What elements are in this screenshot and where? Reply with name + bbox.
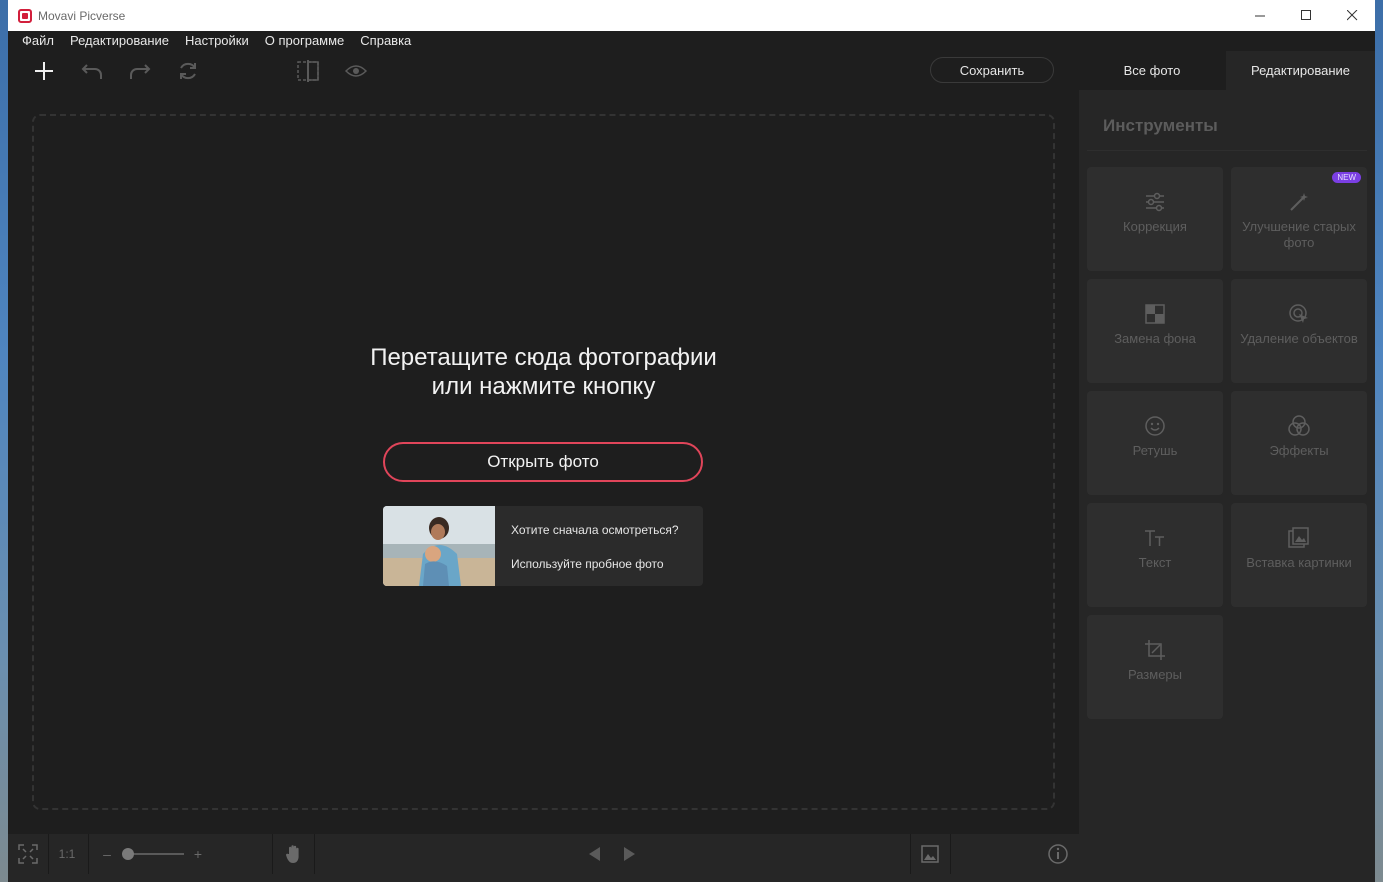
checker-icon — [1144, 303, 1166, 325]
zoom-out-button[interactable]: – — [100, 842, 114, 866]
text-icon — [1144, 527, 1166, 549]
tool-label: Эффекты — [1269, 443, 1329, 458]
smile-icon — [1144, 415, 1166, 437]
tab-editing[interactable]: Редактирование — [1226, 51, 1375, 90]
undo-icon — [81, 64, 102, 79]
prev-photo-button[interactable] — [584, 842, 604, 866]
circles-icon — [1288, 415, 1310, 437]
close-button[interactable] — [1329, 0, 1375, 31]
tool-label: Ретушь — [1132, 443, 1178, 458]
drop-hint: Перетащите сюда фотографии или нажмите к… — [8, 343, 1079, 401]
tool-insert-image[interactable]: Вставка картинки — [1231, 503, 1367, 607]
compare-button[interactable] — [294, 57, 322, 85]
maximize-button[interactable] — [1283, 0, 1329, 31]
tool-background-replace[interactable]: Замена фона — [1087, 279, 1223, 383]
eye-icon — [345, 65, 367, 77]
sample-photo-image — [383, 506, 495, 586]
canvas-area: Перетащите сюда фотографии или нажмите к… — [8, 90, 1079, 834]
arrow-left-icon — [589, 847, 600, 861]
tool-label: Удаление объектов — [1240, 331, 1358, 346]
panel-title: Инструменты — [1103, 116, 1218, 135]
image-insert-icon — [1288, 527, 1310, 549]
drop-hint-line2: или нажмите кнопку — [431, 373, 656, 400]
plus-icon — [35, 62, 53, 80]
next-photo-button[interactable] — [620, 842, 640, 866]
info-icon — [1048, 844, 1068, 864]
title-bar: Movavi Picverse — [8, 0, 1375, 31]
zoom-in-button[interactable]: + — [191, 842, 205, 866]
menu-edit[interactable]: Редактирование — [62, 31, 177, 51]
close-icon — [1346, 10, 1357, 21]
tool-restore-old-photos[interactable]: NEW Улучшение старых фото — [1231, 167, 1367, 271]
tool-correction[interactable]: Коррекция — [1087, 167, 1223, 271]
tool-text[interactable]: Текст — [1087, 503, 1223, 607]
toolbar: Сохранить Все фото Редактирование — [8, 51, 1375, 90]
sliders-icon — [1144, 191, 1166, 213]
hand-icon — [285, 845, 299, 863]
tool-label: Коррекция — [1123, 219, 1187, 234]
undo-button[interactable] — [78, 57, 106, 85]
open-photo-button[interactable]: Открыть фото — [383, 442, 703, 482]
gallery-button[interactable] — [918, 842, 942, 866]
tool-object-removal[interactable]: Удаление объектов — [1231, 279, 1367, 383]
menu-help[interactable]: Справка — [352, 31, 419, 51]
hand-tool-button[interactable] — [282, 842, 306, 866]
menu-about[interactable]: О программе — [257, 31, 353, 51]
window-title: Movavi Picverse — [38, 8, 126, 23]
compare-icon — [297, 60, 319, 82]
tab-all-photos[interactable]: Все фото — [1078, 51, 1226, 90]
crop-icon — [1144, 639, 1166, 661]
minimize-icon — [1254, 15, 1265, 17]
sample-photo-thumbnail — [383, 506, 495, 586]
sample-link[interactable]: Используйте пробное фото — [511, 557, 664, 571]
arrow-right-icon — [624, 847, 635, 861]
info-button[interactable] — [1046, 842, 1070, 866]
tool-label: Улучшение старых фото — [1242, 219, 1356, 250]
redo-button[interactable] — [126, 57, 154, 85]
tool-retouch[interactable]: Ретушь — [1087, 391, 1223, 495]
panel-divider — [1087, 150, 1367, 151]
redo-icon — [130, 64, 151, 79]
refresh-icon — [180, 62, 196, 80]
actual-size-button[interactable]: 1:1 — [54, 842, 80, 866]
bottom-bar: 1:1 – + — [8, 834, 1079, 882]
maximize-icon — [1300, 10, 1311, 20]
tool-resize[interactable]: Размеры — [1087, 615, 1223, 719]
tool-effects[interactable]: Эффекты — [1231, 391, 1367, 495]
tool-label: Вставка картинки — [1246, 555, 1352, 570]
tool-label: Замена фона — [1114, 331, 1196, 346]
fit-screen-button[interactable] — [16, 842, 40, 866]
tool-label: Текст — [1138, 555, 1172, 570]
menu-bar: Файл Редактирование Настройки О программ… — [8, 31, 1375, 51]
image-icon — [921, 845, 939, 863]
minimize-button[interactable] — [1237, 0, 1283, 31]
zoom-slider-handle[interactable] — [122, 848, 134, 860]
new-badge: NEW — [1332, 172, 1361, 183]
cursor-eraser-icon — [1288, 303, 1310, 325]
add-button[interactable] — [30, 57, 58, 85]
magic-wand-icon — [1288, 191, 1310, 213]
app-logo-icon — [18, 8, 32, 23]
preview-button[interactable] — [342, 57, 370, 85]
app-window: Movavi Picverse Файл Редактирование Наст… — [8, 0, 1375, 882]
fullscreen-icon — [18, 844, 38, 864]
sample-prompt: Хотите сначала осмотреться? — [511, 523, 679, 537]
menu-settings[interactable]: Настройки — [177, 31, 257, 51]
reset-button[interactable] — [174, 57, 202, 85]
zoom-slider[interactable] — [126, 853, 184, 855]
menu-file[interactable]: Файл — [14, 31, 62, 51]
drop-hint-line1: Перетащите сюда фотографии — [370, 344, 717, 371]
save-button[interactable]: Сохранить — [930, 57, 1054, 83]
sample-photo-card[interactable]: Хотите сначала осмотреться? Используйте … — [383, 506, 703, 586]
tools-panel: Инструменты Коррекция NEW Улучшение стар… — [1079, 90, 1375, 882]
tool-label: Размеры — [1127, 667, 1183, 682]
